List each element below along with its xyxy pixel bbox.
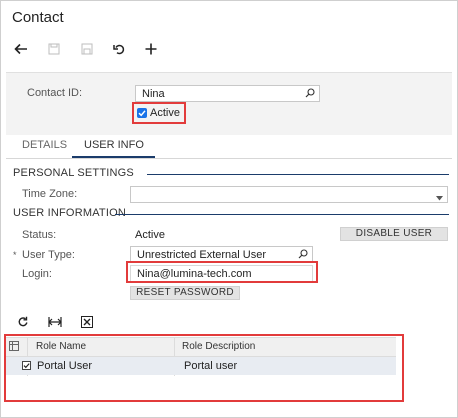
add-icon[interactable] [142, 40, 160, 58]
highlight-roles-grid [4, 334, 404, 402]
reset-password-button[interactable]: RESET PASSWORD [130, 286, 240, 300]
header-panel [6, 72, 452, 135]
personal-settings-title: PERSONAL SETTINGS [13, 167, 134, 179]
time-zone-select[interactable] [130, 186, 448, 203]
contact-id-value: Nina [142, 88, 165, 100]
tab-details[interactable]: DETAILS [22, 139, 67, 151]
refresh-icon[interactable] [15, 314, 31, 330]
search-icon[interactable] [305, 88, 315, 101]
highlight-login [126, 261, 318, 283]
active-tab-indicator [72, 156, 155, 158]
disable-user-button[interactable]: DISABLE USER [340, 227, 448, 241]
export-excel-icon[interactable] [79, 314, 95, 330]
save-close-icon[interactable] [78, 40, 96, 58]
user-type-value: Unrestricted External User [137, 249, 266, 261]
personal-settings-rule [147, 174, 449, 175]
page-title: Contact [12, 9, 64, 26]
user-information-rule [115, 214, 449, 215]
status-value: Active [135, 229, 165, 241]
status-label: Status: [22, 229, 57, 241]
undo-icon[interactable] [110, 40, 128, 58]
user-information-title: USER INFORMATION [13, 207, 126, 219]
contact-id-field[interactable]: Nina [135, 85, 320, 102]
user-type-label: User Type: [22, 249, 75, 261]
tab-divider [6, 158, 452, 159]
save-icon[interactable] [45, 40, 63, 58]
contact-id-label: Contact ID: [27, 87, 83, 99]
back-arrow-icon[interactable] [12, 40, 30, 58]
required-marker: * [13, 250, 17, 260]
highlight-active [132, 102, 186, 124]
dropdown-arrow-icon[interactable] [436, 192, 443, 204]
login-label: Login: [22, 268, 52, 280]
fit-columns-icon[interactable] [47, 314, 63, 330]
time-zone-label: Time Zone: [22, 188, 78, 200]
tab-user-info[interactable]: USER INFO [84, 139, 144, 151]
